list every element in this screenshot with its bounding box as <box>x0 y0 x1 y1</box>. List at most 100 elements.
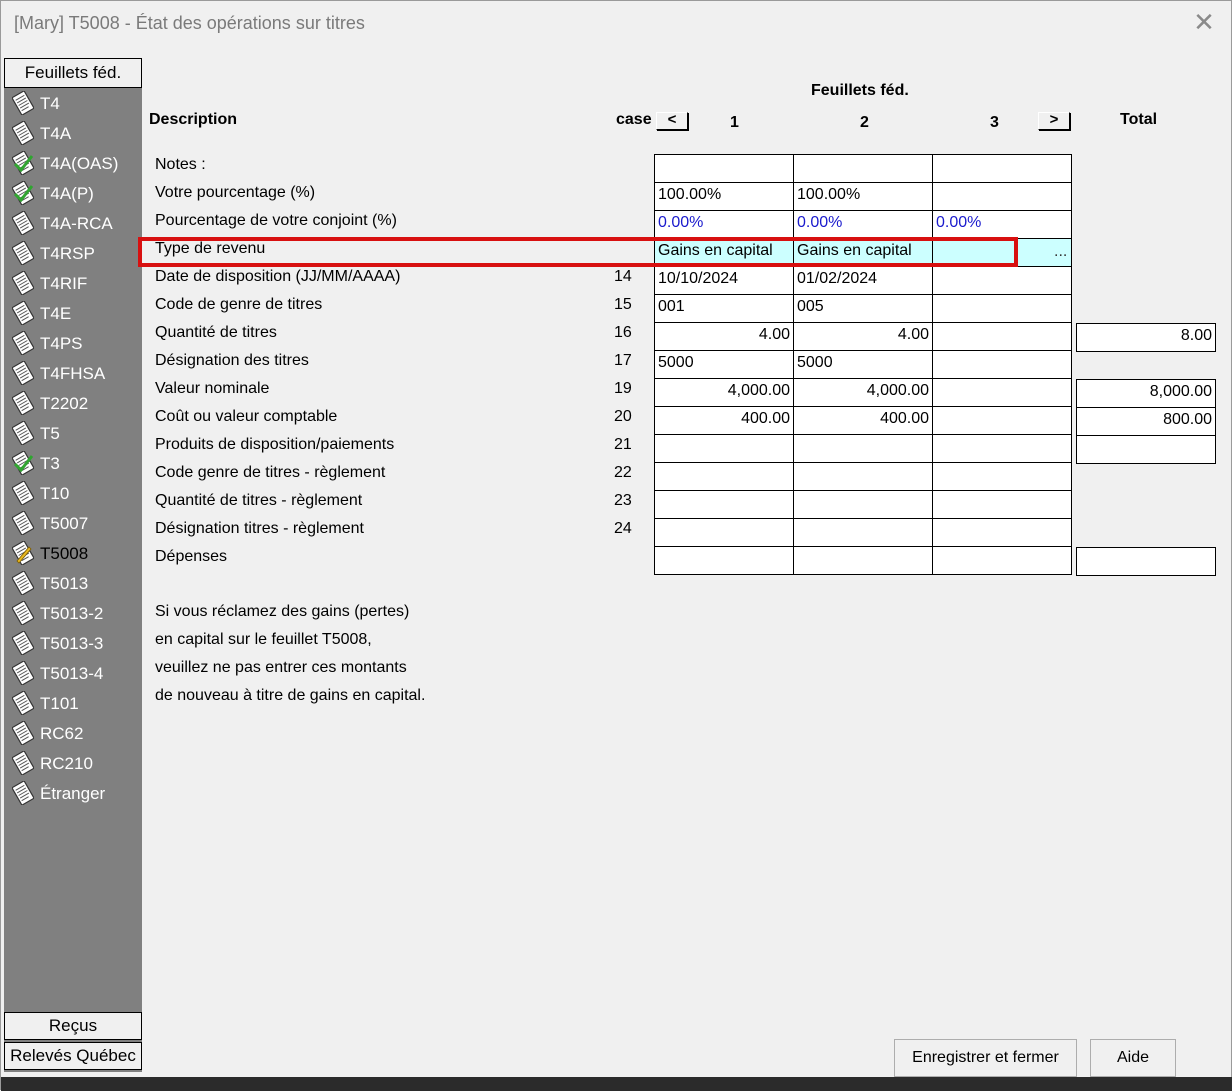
slip-2-field[interactable]: 100.00% <box>793 182 933 211</box>
slip-3-field[interactable] <box>932 434 1072 463</box>
slip-3-field[interactable] <box>932 294 1072 323</box>
prev-slip-button[interactable]: < <box>656 112 688 130</box>
sidebar-item-t5[interactable]: T5 <box>4 418 142 448</box>
help-button[interactable]: Aide <box>1090 1039 1176 1077</box>
sidebar-item-label: T4RSP <box>40 244 95 263</box>
sidebar-item-rc210[interactable]: RC210 <box>4 748 142 778</box>
slip-2-field[interactable] <box>793 518 933 547</box>
sidebar-item-t10[interactable]: T10 <box>4 478 142 508</box>
slip-1-field[interactable]: 5000 <box>654 350 794 379</box>
quebec-slips-tab[interactable]: Relevés Québec <box>4 1042 142 1070</box>
slip-1-field[interactable] <box>654 518 794 547</box>
sidebar-item-t4e[interactable]: T4E <box>4 298 142 328</box>
taskbar-strip <box>1 1077 1232 1091</box>
title-bar: [Mary] T5008 - État des opérations sur t… <box>1 1 1231 45</box>
slip-2-field[interactable] <box>793 434 933 463</box>
slip-2-field[interactable] <box>793 546 933 575</box>
slip-3-field[interactable] <box>932 154 1072 183</box>
slip-1-field[interactable]: 10/10/2024 <box>654 266 794 295</box>
row-label: Code de genre de titres <box>155 296 323 313</box>
dialog-window: [Mary] T5008 - État des opérations sur t… <box>0 0 1232 1091</box>
income-type-ellipsis-button[interactable]: ... <box>1054 243 1067 261</box>
slip-3-field[interactable] <box>932 378 1072 407</box>
slip-1-field[interactable]: 0.00% <box>654 210 794 239</box>
sidebar-item-t101[interactable]: T101 <box>4 688 142 718</box>
slip-2-field[interactable]: 400.00 <box>793 406 933 435</box>
slip-2-field[interactable]: 4,000.00 <box>793 378 933 407</box>
sidebar-item-t5013-3[interactable]: T5013-3 <box>4 628 142 658</box>
sidebar-item-label: T4A(P) <box>40 184 94 203</box>
slip-2-field[interactable] <box>793 154 933 183</box>
sidebar-item-t4a-rca[interactable]: T4A-RCA <box>4 208 142 238</box>
sidebar-item-t5013[interactable]: T5013 <box>4 568 142 598</box>
row-label: Dépenses <box>155 548 228 565</box>
slip-3-field[interactable] <box>932 238 1072 267</box>
sidebar-item-t5008[interactable]: T5008 <box>4 538 142 568</box>
sidebar-header-tab[interactable]: Feuillets féd. <box>4 58 142 88</box>
slip-2-field[interactable] <box>793 462 933 491</box>
sidebar-item-t4a[interactable]: T4A <box>4 118 142 148</box>
document-icon <box>11 420 35 446</box>
sidebar-item-t5013-2[interactable]: T5013-2 <box>4 598 142 628</box>
sidebar-item-label: T101 <box>40 694 79 713</box>
slip-2-field[interactable]: 4.00 <box>793 322 933 351</box>
sidebar-item-t4rif[interactable]: T4RIF <box>4 268 142 298</box>
next-slip-button[interactable]: > <box>1038 112 1070 130</box>
sidebar-item-t4fhsa[interactable]: T4FHSA <box>4 358 142 388</box>
save-and-close-button[interactable]: Enregistrer et fermer <box>894 1039 1077 1077</box>
sidebar-item-rc62[interactable]: RC62 <box>4 718 142 748</box>
slip-2-field[interactable]: Gains en capital <box>793 238 933 267</box>
slip-2-field[interactable] <box>793 490 933 519</box>
document-checked-icon <box>11 180 35 206</box>
document-checked-icon <box>11 150 35 176</box>
receipts-tab[interactable]: Reçus <box>4 1012 142 1040</box>
slip-3-field[interactable] <box>932 406 1072 435</box>
slip-2-field[interactable]: 5000 <box>793 350 933 379</box>
slip-3-field[interactable] <box>932 322 1072 351</box>
sidebar-item-t4[interactable]: T4 <box>4 88 142 118</box>
slip-3-field[interactable] <box>932 546 1072 575</box>
sidebar-item-t4rsp[interactable]: T4RSP <box>4 238 142 268</box>
sidebar-item-t5013-4[interactable]: T5013-4 <box>4 658 142 688</box>
sidebar-item-t4ps[interactable]: T4PS <box>4 328 142 358</box>
sidebar-item-t3[interactable]: T3 <box>4 448 142 478</box>
sidebar-item-t4a-p-[interactable]: T4A(P) <box>4 178 142 208</box>
slip-3-field[interactable] <box>932 350 1072 379</box>
sidebar-item-t4a-oas-[interactable]: T4A(OAS) <box>4 148 142 178</box>
slip-2-field[interactable]: 005 <box>793 294 933 323</box>
sidebar-item-label: T4A(OAS) <box>40 154 119 173</box>
slip-3-field[interactable] <box>932 266 1072 295</box>
slip-1-field[interactable] <box>654 434 794 463</box>
slip-3-field[interactable] <box>932 182 1072 211</box>
slip-1-field[interactable] <box>654 154 794 183</box>
sidebar-item-t2202[interactable]: T2202 <box>4 388 142 418</box>
slip-1-field[interactable]: 4,000.00 <box>654 378 794 407</box>
sidebar-item--tranger[interactable]: Étranger <box>4 778 142 808</box>
total-field: 800.00 <box>1076 407 1216 436</box>
row-label: Quantité de titres - règlement <box>155 492 363 509</box>
slip-1-field[interactable] <box>654 490 794 519</box>
sidebar-item-t5007[interactable]: T5007 <box>4 508 142 538</box>
slip-1-field[interactable]: 001 <box>654 294 794 323</box>
sidebar-item-label: T5013 <box>40 574 89 593</box>
slip-1-field[interactable] <box>654 546 794 575</box>
sidebar-item-label: T3 <box>40 454 60 473</box>
row-label: Valeur nominale <box>155 380 270 397</box>
slip-1-field[interactable]: 4.00 <box>654 322 794 351</box>
slip-1-field[interactable]: Gains en capital <box>654 238 794 267</box>
document-icon <box>11 690 35 716</box>
close-icon[interactable]: ✕ <box>1191 9 1217 35</box>
slip-3-field[interactable] <box>932 518 1072 547</box>
box-number: 16 <box>614 324 632 341</box>
slip-1-field[interactable]: 400.00 <box>654 406 794 435</box>
sidebar-item-label: T4RIF <box>40 274 88 293</box>
slip-3-field[interactable] <box>932 462 1072 491</box>
slip-2-field[interactable]: 0.00% <box>793 210 933 239</box>
sidebar-item-label: Étranger <box>40 784 106 803</box>
slip-1-field[interactable] <box>654 462 794 491</box>
sidebar-item-label: T4FHSA <box>40 364 106 383</box>
slip-1-field[interactable]: 100.00% <box>654 182 794 211</box>
slip-2-field[interactable]: 01/02/2024 <box>793 266 933 295</box>
slip-3-field[interactable]: 0.00% <box>932 210 1072 239</box>
slip-3-field[interactable] <box>932 490 1072 519</box>
